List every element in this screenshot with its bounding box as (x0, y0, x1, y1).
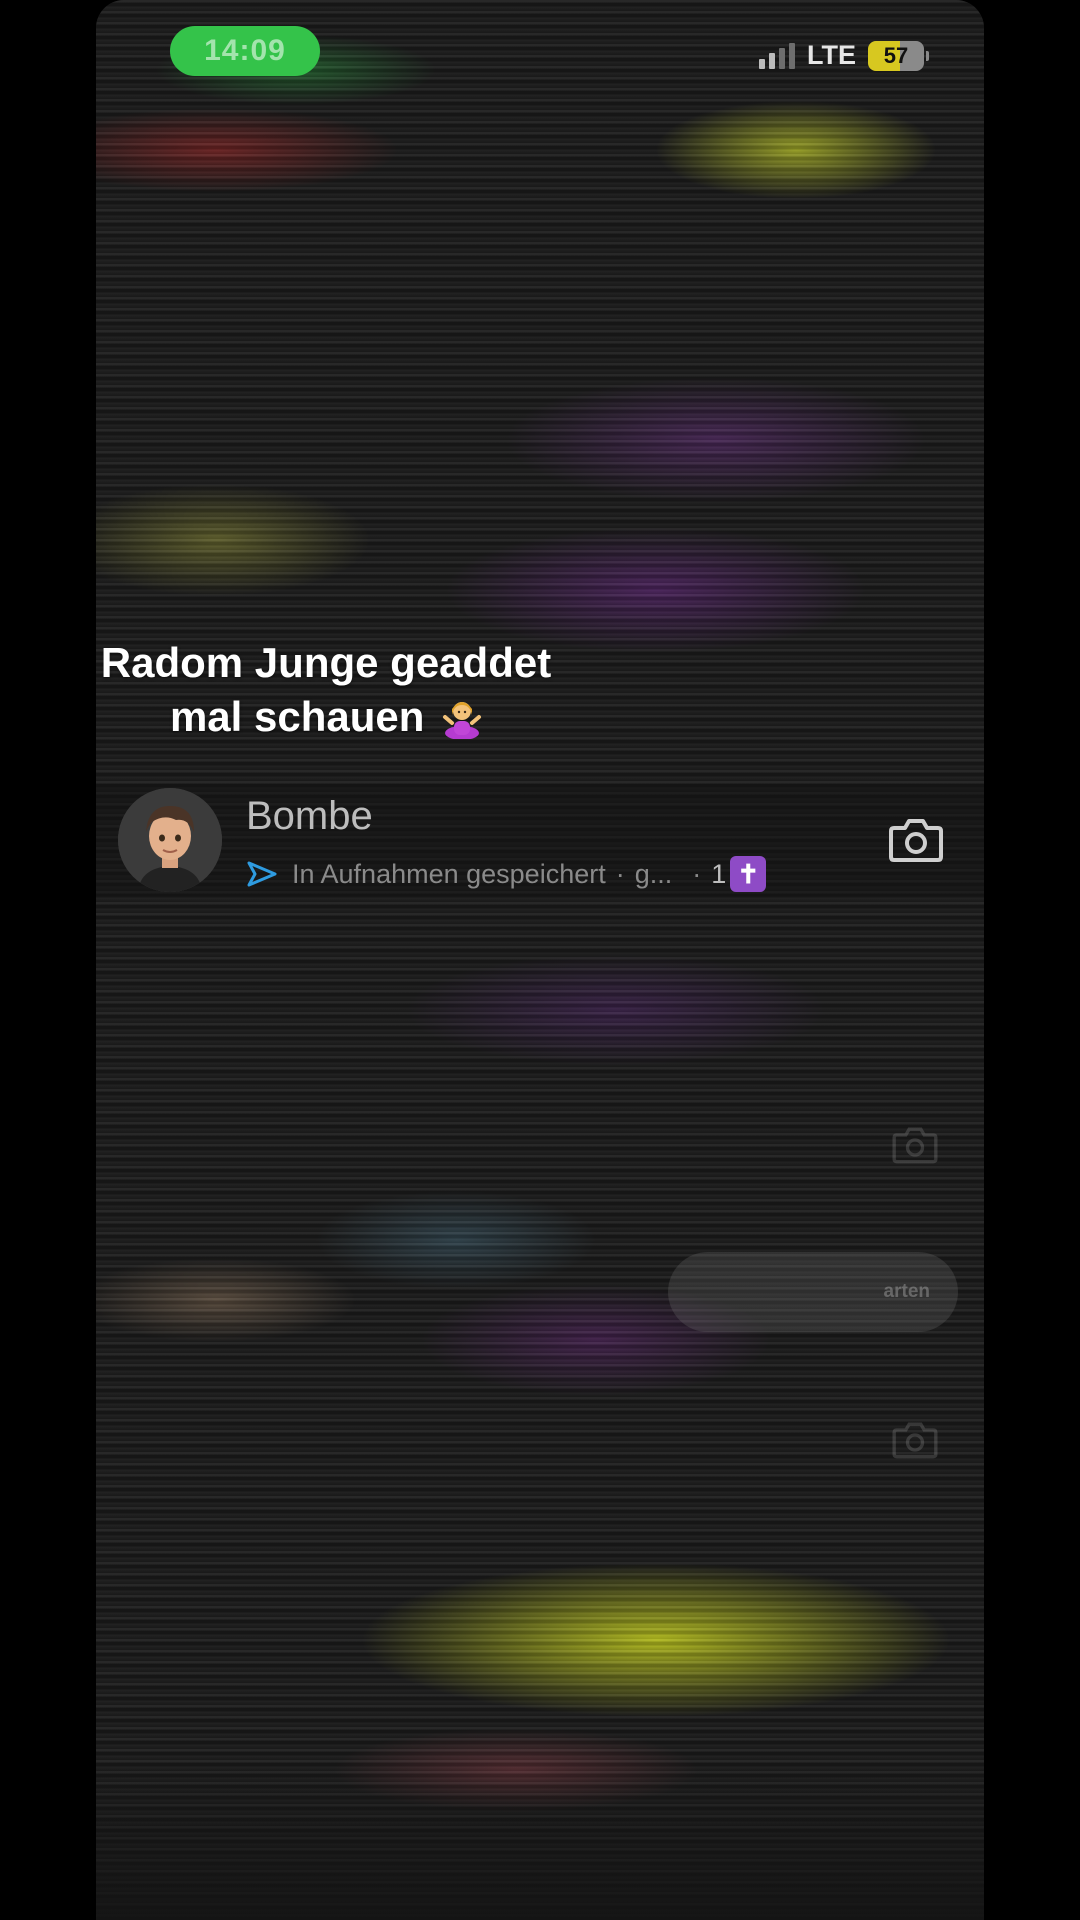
story-caption: Radom Junge geaddet mal schauen (96, 636, 556, 744)
caption-line-2-wrap: mal schauen (96, 690, 556, 744)
network-type: LTE (807, 40, 856, 70)
battery-icon: 57 (868, 40, 929, 71)
chat-status-text: In Aufnahmen gespeichert (292, 858, 606, 889)
chat-truncated-text: g... (634, 858, 673, 889)
chat-list-item[interactable]: Bombe In Aufnahmen gespeichert · g... · … (96, 784, 984, 896)
bitmoji-avatar-icon (118, 788, 222, 892)
chat-status-line: In Aufnahmen gespeichert · g... · 1 ✝ (246, 856, 767, 892)
send-arrow-icon (247, 861, 277, 887)
latin-cross-emoji: ✝ (730, 856, 767, 892)
status-indicators: LTE 57 (759, 40, 929, 71)
camera-icon (892, 1127, 938, 1164)
separator-dot: · (692, 858, 702, 889)
faded-pill-label: arten (883, 1281, 930, 1302)
cellular-signal-icon (759, 42, 795, 69)
streak-count: 1 (711, 858, 727, 889)
chat-name: Bombe (246, 794, 373, 838)
motion-streaks (96, 0, 984, 1920)
caption-line-2: mal schauen (169, 693, 425, 740)
status-time: 14:09 (204, 34, 286, 67)
phone-screen: 14:09 LTE 57 Radom Junge geaddet mal sch… (96, 0, 984, 1920)
faded-action-pill: arten (668, 1252, 958, 1332)
bottom-fade (96, 1760, 984, 1920)
avatar[interactable] (118, 788, 222, 892)
camera-icon (892, 1422, 938, 1459)
battery-level: 57 (883, 42, 909, 68)
caption-line-1: Radom Junge geaddet (100, 639, 552, 686)
camera-icon[interactable] (888, 816, 944, 864)
separator-dot: · (615, 858, 625, 889)
status-time-pill[interactable]: 14:09 (170, 26, 320, 76)
person-shrugging-emoji (443, 702, 482, 739)
